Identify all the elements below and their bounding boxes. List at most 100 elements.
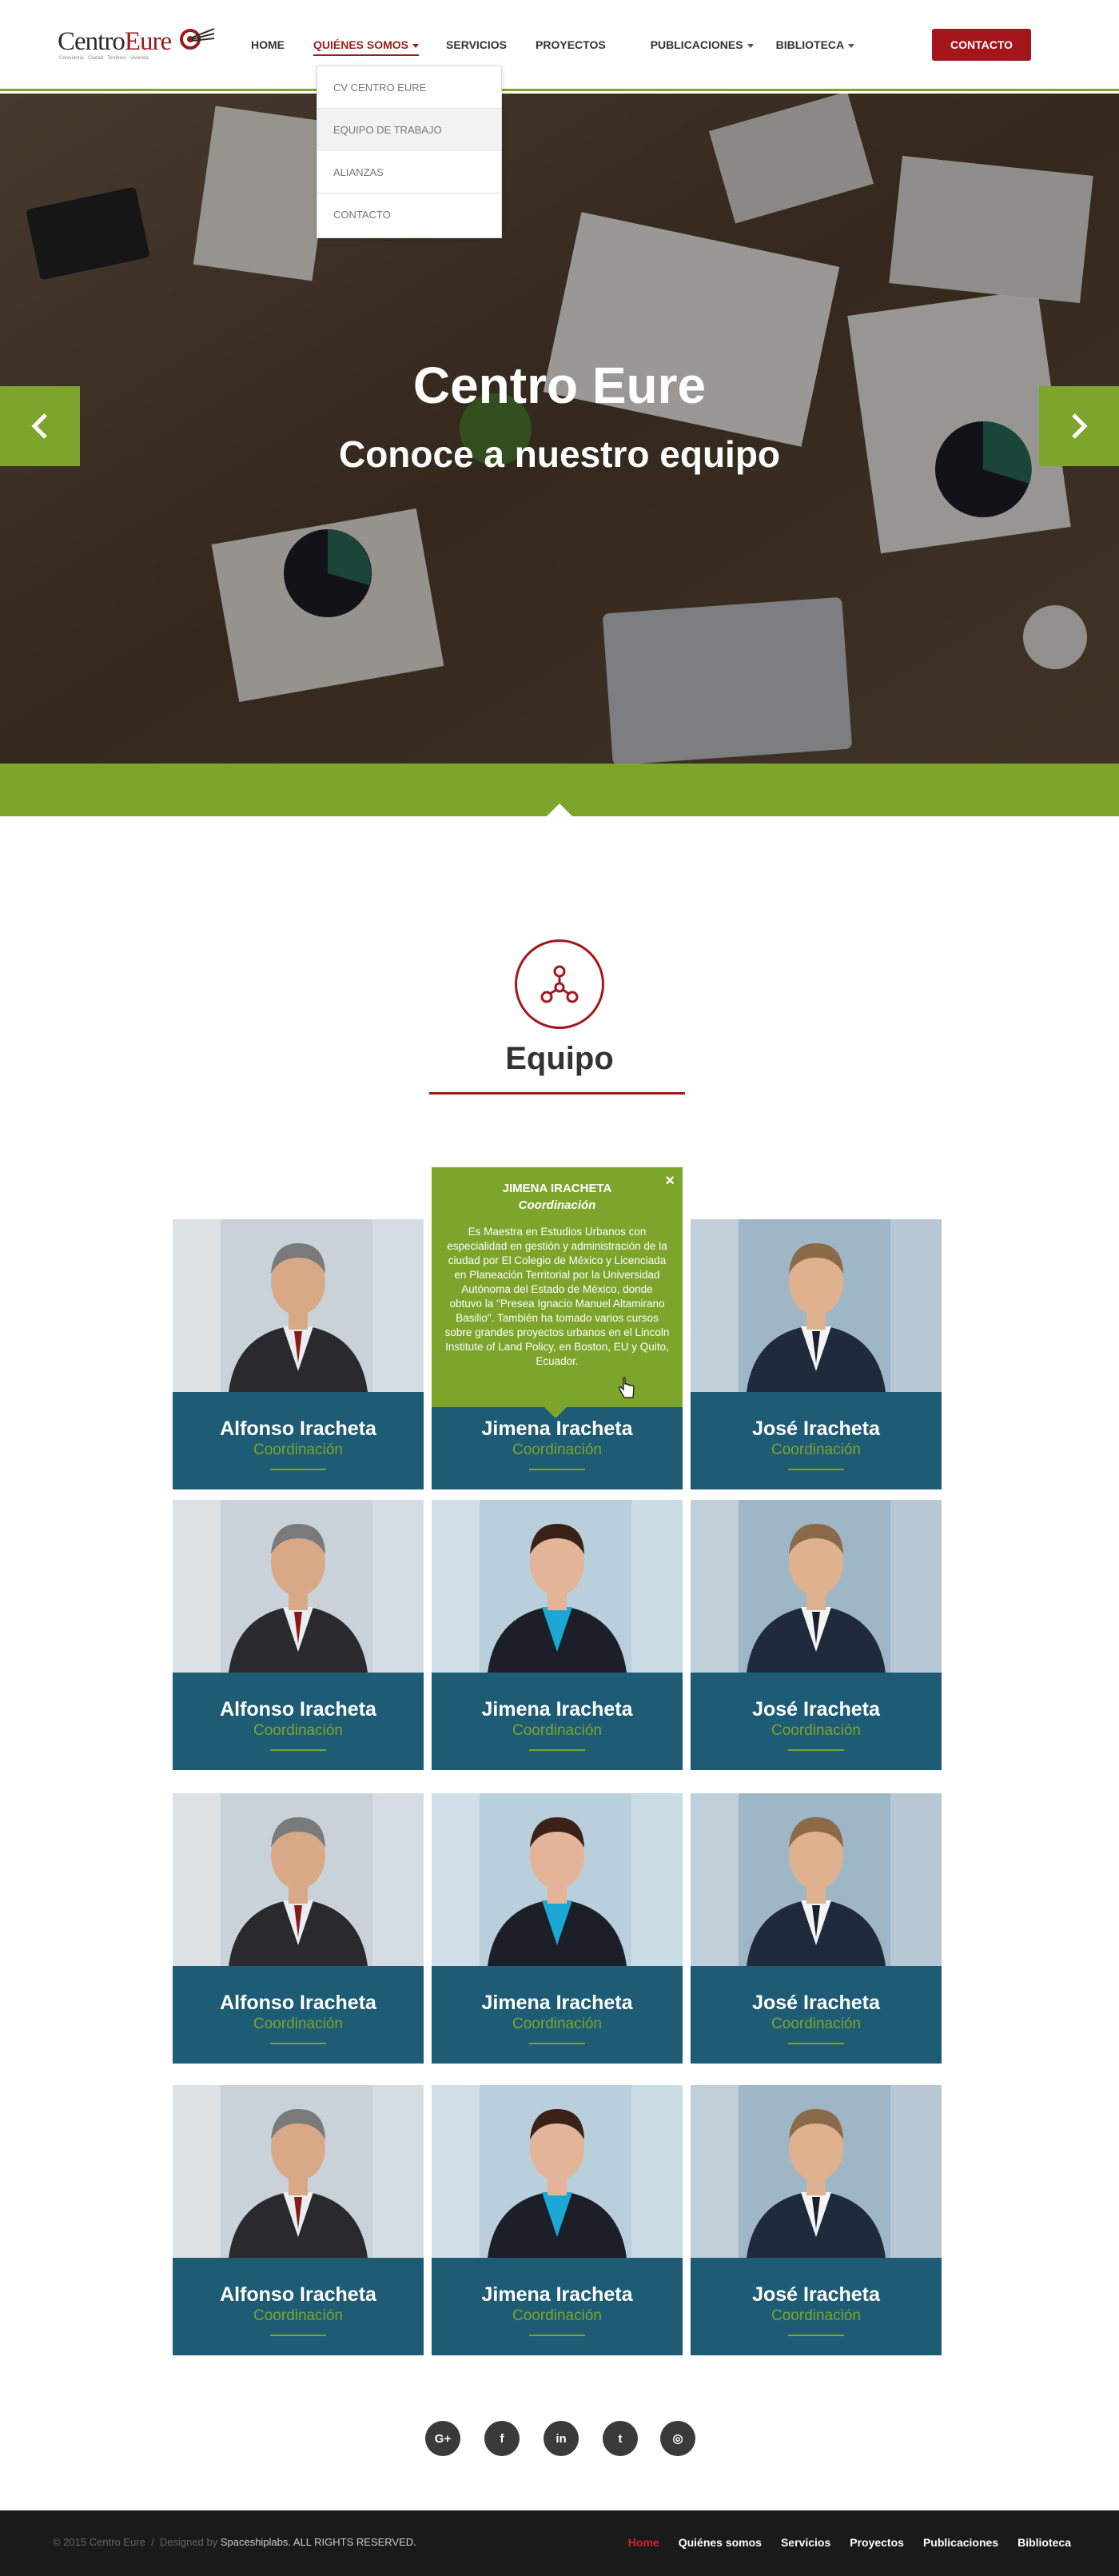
member-info: Jimena Iracheta Coordinación <box>432 2258 683 2355</box>
member-photo <box>691 1500 942 1673</box>
member-underline <box>529 1749 585 1751</box>
logo-part1: Centro <box>58 27 125 56</box>
hero-slider: Centro Eure Conoce a nuestro equipo <box>0 94 1119 764</box>
hero-title: Centro Eure <box>412 357 707 414</box>
team-section-icon <box>515 939 604 1029</box>
member-underline <box>270 2335 326 2336</box>
logo-part2: Eure <box>124 27 172 56</box>
team-section-title: Equipo <box>505 1041 614 1076</box>
hand-cursor-icon <box>619 1377 635 1398</box>
member-photo <box>691 1219 942 1392</box>
team-member-card[interactable]: Alfonso Iracheta Coordinación <box>173 2085 424 2355</box>
member-underline <box>788 2043 844 2044</box>
dropdown-item-equipo[interactable]: EQUIPO DE TRABAJO <box>317 109 501 151</box>
member-name: Jimena Iracheta <box>481 1418 633 1440</box>
footer-nav-servicios[interactable]: Servicios <box>781 2536 830 2549</box>
footer-nav-home[interactable]: Home <box>628 2536 659 2549</box>
member-role: Coordinación <box>253 1442 343 1458</box>
member-info: José Iracheta Coordinación <box>691 1966 942 2064</box>
nav-publicaciones-label: PUBLICACIONES <box>650 38 743 51</box>
nav-biblioteca-label: BIBLIOTECA <box>775 38 845 51</box>
member-role: Coordinación <box>771 1722 861 1739</box>
member-role: Coordinación <box>512 1722 602 1739</box>
member-underline <box>270 1749 326 1751</box>
member-info: Jimena Iracheta Coordinación <box>432 1966 683 2064</box>
dropdown-item-cv[interactable]: CV CENTRO EURE <box>317 66 501 109</box>
member-photo <box>691 1793 942 1966</box>
chevron-left-icon <box>31 413 47 439</box>
footer-nav-proyectos[interactable]: Proyectos <box>850 2536 904 2549</box>
member-info: José Iracheta Coordinación <box>691 1392 942 1489</box>
footer-nav-publicaciones[interactable]: Publicaciones <box>923 2536 998 2549</box>
slider-next-button[interactable] <box>1039 386 1119 466</box>
team-member-card[interactable]: Alfonso Iracheta Coordinación <box>173 1793 424 2064</box>
contact-button[interactable]: CONTACTO <box>932 29 1031 61</box>
member-name: José Iracheta <box>752 2283 880 2306</box>
team-member-card[interactable]: Jimena Iracheta Coordinación <box>432 2085 683 2355</box>
member-info: Alfonso Iracheta Coordinación <box>173 1966 424 2064</box>
nav-quienes-somos[interactable]: QUIÉNES SOMOS <box>313 37 420 56</box>
site-logo[interactable]: CentroEure Consultoría · Ciudad · Territ… <box>58 24 215 64</box>
hero-subtitle: Conoce a nuestro equipo <box>338 433 781 475</box>
dropdown-item-alianzas[interactable]: ALIANZAS <box>317 151 501 193</box>
member-role: Coordinación <box>771 2307 861 2324</box>
member-name: Jimena Iracheta <box>481 1698 633 1721</box>
team-member-card[interactable]: José Iracheta Coordinación <box>691 1793 942 2064</box>
member-photo <box>173 1793 424 1966</box>
dropdown-item-contacto[interactable]: CONTACTO <box>317 193 501 236</box>
member-photo <box>173 1219 424 1392</box>
footer-nav-biblioteca[interactable]: Biblioteca <box>1017 2536 1071 2549</box>
instagram-icon[interactable]: ◎ <box>660 2421 695 2456</box>
site-header: CentroEure Consultoría · Ciudad · Territ… <box>0 0 1119 91</box>
member-name: José Iracheta <box>752 1418 880 1440</box>
site-footer: © 2015 Centro Eure / Designed by Spacesh… <box>0 2510 1119 2576</box>
member-role: Coordinación <box>253 2307 343 2324</box>
hero-overlay <box>0 94 1119 764</box>
linkedin-icon[interactable]: in <box>544 2421 579 2456</box>
member-role: Coordinación <box>771 1442 861 1458</box>
chevron-right-icon <box>1072 413 1088 439</box>
caret-down-icon <box>747 43 754 48</box>
member-name: Alfonso Iracheta <box>220 1418 376 1440</box>
member-detail-popup: × JIMENA IRACHETA Coordinación Es Maestr… <box>432 1167 683 1418</box>
member-info: Alfonso Iracheta Coordinación <box>173 1673 424 1770</box>
close-icon[interactable]: × <box>665 1172 675 1190</box>
member-name: Jimena Iracheta <box>481 1992 633 2014</box>
member-role: Coordinación <box>253 1722 343 1739</box>
band-notch <box>547 804 572 816</box>
nav-biblioteca[interactable]: BIBLIOTECA <box>776 37 855 56</box>
member-underline <box>529 2335 585 2336</box>
member-info: Alfonso Iracheta Coordinación <box>173 2258 424 2355</box>
nav-servicios[interactable]: SERVICIOS <box>446 37 507 56</box>
logo-tagline: Consultoría · Ciudad · Territorio · Vivi… <box>59 56 149 61</box>
popup-member-bio: Es Maestra en Estudios Urbanos con espec… <box>444 1226 670 1367</box>
team-member-card[interactable]: José Iracheta Coordinación <box>691 1219 942 1489</box>
team-member-card[interactable]: Jimena Iracheta Coordinación <box>432 1500 683 1770</box>
main-nav: HOME QUIÉNES SOMOS SERVICIOS PROYECTOS P… <box>251 37 855 56</box>
team-member-card[interactable]: Jimena Iracheta Coordinación <box>432 1793 683 2064</box>
nav-publicaciones[interactable]: PUBLICACIONES <box>651 37 754 56</box>
team-member-card[interactable]: Alfonso Iracheta Coordinación <box>173 1219 424 1489</box>
footer-copyright: © 2015 Centro Eure / Designed by Spacesh… <box>53 2536 416 2548</box>
member-name: Alfonso Iracheta <box>220 1992 376 2014</box>
google-plus-icon[interactable]: G+ <box>425 2421 460 2456</box>
nav-servicios-label: SERVICIOS <box>446 38 508 51</box>
footer-nav: Home Quiénes somos Servicios Proyectos P… <box>628 2536 1071 2549</box>
footer-nav-quienes-somos[interactable]: Quiénes somos <box>679 2536 762 2549</box>
nav-proyectos[interactable]: PROYECTOS <box>536 37 606 56</box>
twitter-icon[interactable]: t <box>603 2421 638 2456</box>
slider-prev-button[interactable] <box>0 386 80 466</box>
team-member-card[interactable]: Alfonso Iracheta Coordinación <box>173 1500 424 1770</box>
member-photo <box>691 2085 942 2258</box>
copyright-text: © 2015 Centro Eure <box>53 2536 145 2548</box>
logo-wordmark: CentroEure <box>58 27 172 57</box>
popup-member-name: JIMENA IRACHETA <box>502 1182 612 1195</box>
network-icon <box>540 965 579 1003</box>
designer-link[interactable]: Spaceshiplabs <box>221 2536 289 2548</box>
nav-proyectos-label: PROYECTOS <box>536 38 606 51</box>
team-member-card[interactable]: José Iracheta Coordinación <box>691 1500 942 1770</box>
team-member-card[interactable]: José Iracheta Coordinación <box>691 2085 942 2355</box>
nav-home[interactable]: HOME <box>251 37 285 56</box>
facebook-icon[interactable]: f <box>484 2421 520 2456</box>
logo-mark-icon <box>180 28 215 50</box>
